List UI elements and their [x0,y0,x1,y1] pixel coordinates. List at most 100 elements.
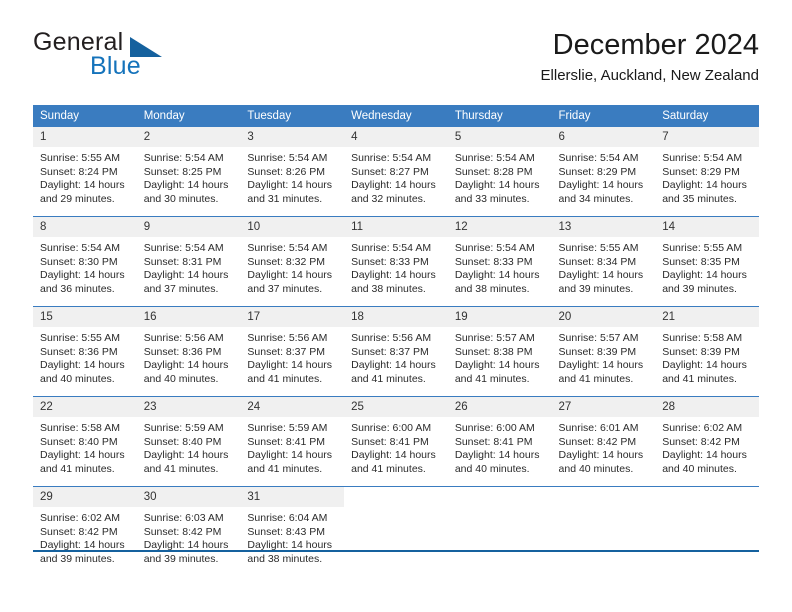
day-details: Sunrise: 5:57 AM Sunset: 8:39 PM Daylight:… [552,327,656,386]
page-title: December 2024 [552,29,759,61]
daylight-text-line2: and 30 minutes. [143,192,219,205]
calendar-day-cell[interactable]: 30 Sunrise: 6:03 AM Sunset: 8:42 PM Dayligh… [136,486,241,576]
day-details: Sunrise: 5:54 AM Sunset: 8:29 PM Daylight:… [552,147,656,206]
calendar-day-cell[interactable]: 27 Sunrise: 6:01 AM Sunset: 8:42 PM Dayligh… [551,396,656,487]
calendar-day-cell[interactable]: 10 Sunrise: 5:54 AM Sunset: 8:32 PM Dayligh… [240,216,345,307]
calendar-week-row: 15 Sunrise: 5:55 AM Sunset: 8:36 PM Dayligh… [33,306,759,397]
calendar-day-cell[interactable] [551,486,656,576]
sunrise-text: Sunrise: 6:04 AM [247,512,328,524]
sunset-text: Sunset: 8:27 PM [351,165,429,178]
daylight-text-line2: and 39 minutes. [40,552,115,565]
calendar-day-cell[interactable]: 12 Sunrise: 5:54 AM Sunset: 8:33 PM Dayligh… [447,216,552,307]
calendar-day-cell[interactable]: 13 Sunrise: 5:55 AM Sunset: 8:34 PM Dayligh… [551,216,656,307]
calendar-day-cell[interactable]: 7 Sunrise: 5:54 AM Sunset: 8:29 PM Daylight… [655,127,759,217]
day-details: Sunrise: 6:00 AM Sunset: 8:41 PM Daylight:… [344,417,448,476]
sunset-text: Sunset: 8:40 PM [40,435,118,448]
day-details: Sunrise: 5:55 AM Sunset: 8:36 PM Daylight:… [33,327,137,386]
calendar-day-cell[interactable]: 20 Sunrise: 5:57 AM Sunset: 8:39 PM Dayligh… [551,306,656,397]
day-number: 14 [655,217,759,237]
day-details: Sunrise: 5:54 AM Sunset: 8:33 PM Daylight:… [448,237,552,296]
calendar-day-cell[interactable]: 23 Sunrise: 5:59 AM Sunset: 8:40 PM Dayligh… [136,396,241,487]
calendar-day-cell[interactable]: 22 Sunrise: 5:58 AM Sunset: 8:40 PM Dayligh… [33,396,137,487]
daylight-text-line2: and 41 minutes. [351,462,426,475]
sunrise-text: Sunrise: 5:56 AM [351,332,432,344]
daylight-text-line1: Daylight: 14 hours [454,359,540,371]
daylight-text-line2: and 39 minutes. [143,552,219,565]
sunrise-text: Sunrise: 5:54 AM [351,242,432,254]
day-number: 23 [136,397,241,417]
calendar-day-cell[interactable]: 6 Sunrise: 5:54 AM Sunset: 8:29 PM Daylight… [551,127,656,217]
calendar-day-cell[interactable]: 21 Sunrise: 5:58 AM Sunset: 8:39 PM Dayligh… [655,306,759,397]
calendar-day-cell[interactable]: 29 Sunrise: 6:02 AM Sunset: 8:42 PM Dayligh… [33,486,137,576]
calendar-day-cell[interactable] [447,486,552,576]
calendar-day-cell[interactable]: 14 Sunrise: 5:55 AM Sunset: 8:35 PM Dayligh… [655,216,759,307]
sunset-text: Sunset: 8:25 PM [143,165,222,178]
calendar-day-cell[interactable] [655,486,759,576]
day-details: Sunrise: 6:02 AM Sunset: 8:42 PM Daylight:… [33,507,137,566]
calendar-day-cell[interactable]: 25 Sunrise: 6:00 AM Sunset: 8:41 PM Dayligh… [344,396,448,487]
day-number: 9 [136,217,241,237]
day-number [655,487,759,507]
calendar-day-cell[interactable] [344,486,448,576]
sunrise-text: Sunrise: 5:56 AM [143,332,224,344]
calendar-day-cell[interactable]: 24 Sunrise: 5:59 AM Sunset: 8:41 PM Dayligh… [240,396,345,487]
day-number: 24 [240,397,345,417]
day-details: Sunrise: 6:00 AM Sunset: 8:41 PM Daylight:… [448,417,552,476]
daylight-text-line1: Daylight: 14 hours [351,179,436,191]
sunset-text: Sunset: 8:41 PM [454,435,533,448]
day-number: 17 [240,307,345,327]
calendar-grid: Sunday Monday Tuesday Wednesday Thursday… [33,105,759,576]
daylight-text-line1: Daylight: 14 hours [247,359,333,371]
calendar-day-cell[interactable]: 9 Sunrise: 5:54 AM Sunset: 8:31 PM Daylight… [136,216,241,307]
location-subtitle: Ellerslie, Auckland, New Zealand [540,67,759,84]
day-details: Sunrise: 5:59 AM Sunset: 8:40 PM Daylight:… [137,417,241,476]
daylight-text-line1: Daylight: 14 hours [662,269,747,281]
calendar-day-cell[interactable]: 26 Sunrise: 6:00 AM Sunset: 8:41 PM Dayligh… [447,396,552,487]
calendar-day-cell[interactable]: 2 Sunrise: 5:54 AM Sunset: 8:25 PM Daylight… [136,127,241,217]
daylight-text-line2: and 41 minutes. [143,462,219,475]
sunrise-text: Sunrise: 6:02 AM [662,422,743,434]
daylight-text-line1: Daylight: 14 hours [454,449,540,461]
calendar-week-row: 8 Sunrise: 5:54 AM Sunset: 8:30 PM Daylight… [33,216,759,307]
daylight-text-line1: Daylight: 14 hours [143,359,229,371]
calendar-day-cell[interactable]: 3 Sunrise: 5:54 AM Sunset: 8:26 PM Daylight… [240,127,345,217]
calendar-day-cell[interactable]: 8 Sunrise: 5:54 AM Sunset: 8:30 PM Daylight… [33,216,137,307]
sunrise-text: Sunrise: 6:00 AM [351,422,432,434]
calendar-day-cell[interactable]: 28 Sunrise: 6:02 AM Sunset: 8:42 PM Dayligh… [655,396,759,487]
daylight-text-line2: and 40 minutes. [40,372,115,385]
calendar-day-cell[interactable]: 15 Sunrise: 5:55 AM Sunset: 8:36 PM Dayligh… [33,306,137,397]
day-details: Sunrise: 6:01 AM Sunset: 8:42 PM Daylight:… [552,417,656,476]
calendar-day-cell[interactable]: 17 Sunrise: 5:56 AM Sunset: 8:37 PM Dayligh… [240,306,345,397]
daylight-text-line1: Daylight: 14 hours [247,269,333,281]
calendar-day-cell[interactable]: 11 Sunrise: 5:54 AM Sunset: 8:33 PM Dayligh… [344,216,448,307]
daylight-text-line2: and 40 minutes. [662,462,737,475]
calendar-day-cell[interactable]: 19 Sunrise: 5:57 AM Sunset: 8:38 PM Dayligh… [447,306,552,397]
day-number: 26 [447,397,552,417]
sunrise-text: Sunrise: 5:58 AM [662,332,743,344]
sunrise-text: Sunrise: 6:01 AM [558,422,639,434]
daylight-text-line2: and 41 minutes. [351,372,426,385]
day-number: 12 [447,217,552,237]
calendar-day-cell[interactable]: 1 Sunrise: 5:55 AM Sunset: 8:24 PM Daylight… [33,127,137,217]
day-number: 22 [33,397,137,417]
daylight-text-line2: and 41 minutes. [40,462,115,475]
calendar-day-cell[interactable]: 4 Sunrise: 5:54 AM Sunset: 8:27 PM Daylight… [344,127,448,217]
day-number: 16 [136,307,241,327]
calendar-day-cell[interactable]: 18 Sunrise: 5:56 AM Sunset: 8:37 PM Dayligh… [344,306,448,397]
sunrise-text: Sunrise: 5:54 AM [40,242,120,254]
sunset-text: Sunset: 8:24 PM [40,165,118,178]
calendar-day-cell[interactable]: 31 Sunrise: 6:04 AM Sunset: 8:43 PM Dayligh… [240,486,345,576]
sunset-text: Sunset: 8:28 PM [454,165,533,178]
daylight-text-line2: and 41 minutes. [247,462,323,475]
day-details: Sunrise: 5:54 AM Sunset: 8:26 PM Daylight:… [240,147,344,206]
sunrise-text: Sunrise: 5:54 AM [247,242,328,254]
weekday-header-tuesday: Tuesday [240,105,345,127]
calendar-day-cell[interactable]: 5 Sunrise: 5:54 AM Sunset: 8:28 PM Daylight… [447,127,552,217]
calendar-day-cell[interactable]: 16 Sunrise: 5:56 AM Sunset: 8:36 PM Dayligh… [136,306,241,397]
daylight-text-line2: and 41 minutes. [454,372,530,385]
daylight-text-line2: and 37 minutes. [143,282,219,295]
daylight-text-line2: and 40 minutes. [143,372,219,385]
brand-logo[interactable]: General Blue [33,28,243,90]
day-details: Sunrise: 5:55 AM Sunset: 8:34 PM Daylight:… [552,237,656,296]
daylight-text-line1: Daylight: 14 hours [247,449,333,461]
